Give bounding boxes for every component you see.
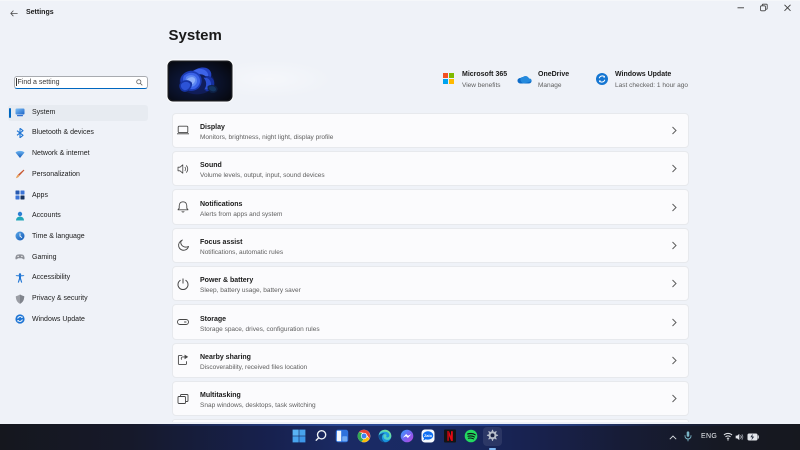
svg-text:Zalo: Zalo xyxy=(424,434,432,438)
